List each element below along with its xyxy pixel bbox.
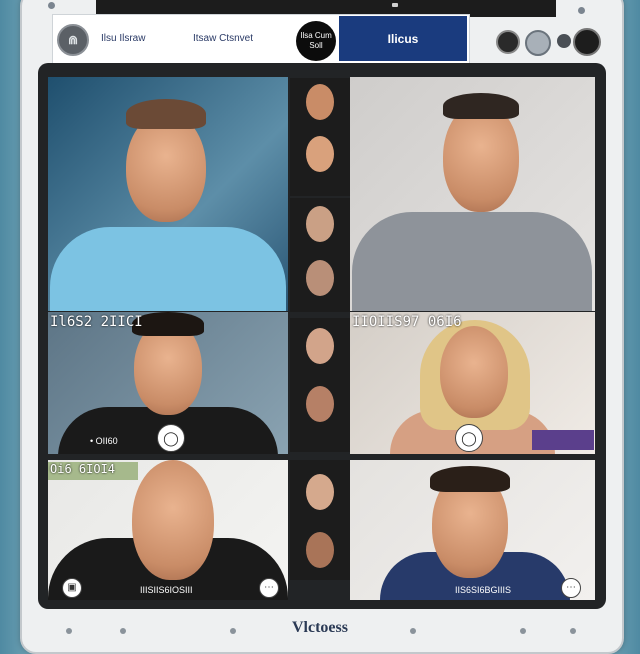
participant-caption: • OII60 <box>90 436 118 446</box>
participant-caption: IIS6SI6BGIIIS <box>455 585 512 595</box>
participant-shirt <box>352 212 592 311</box>
participant-hair <box>430 466 510 492</box>
app-icon[interactable]: ⋒ <box>57 24 89 56</box>
camera-dot <box>392 3 398 7</box>
status-badge <box>532 430 594 450</box>
video-tile[interactable] <box>350 77 595 311</box>
brand-title: Ilicus <box>339 16 467 61</box>
mic-icon[interactable] <box>525 30 551 56</box>
frame-screw <box>578 7 585 14</box>
reaction-button[interactable]: ◯ <box>157 424 185 452</box>
participant-name-label: Il6S2 2IICI <box>50 314 143 330</box>
participant-shirt <box>50 227 286 311</box>
video-tile[interactable] <box>48 460 288 600</box>
options-icon[interactable]: ⋯ <box>561 578 581 598</box>
participant-caption: IIISIIS6IOSIII <box>140 585 193 595</box>
camera-icon[interactable] <box>496 30 520 54</box>
video-tile[interactable] <box>350 460 595 600</box>
participant-thumbnail[interactable] <box>290 78 350 196</box>
participant-face <box>440 326 508 418</box>
options-icon[interactable]: ⋯ <box>259 578 279 598</box>
participant-name-label: Oi6 6IOI4 <box>50 462 116 476</box>
device-brand-label: Vlctoess <box>292 619 348 636</box>
header-label-1: Ilsu Ilsraw <box>101 33 146 44</box>
participant-thumbnail[interactable] <box>290 198 350 312</box>
participant-thumbnail[interactable] <box>290 318 350 452</box>
reaction-button[interactable]: ◯ <box>455 424 483 452</box>
participant-name-label: IIOIIS97 06I6 <box>352 314 462 330</box>
record-icon[interactable] <box>557 34 571 48</box>
frame-screw <box>48 2 55 9</box>
participant-thumbnail[interactable] <box>290 460 350 580</box>
participant-hair <box>126 99 206 129</box>
meeting-logo: Ilsa Cum Soll <box>296 21 336 61</box>
participant-hair <box>443 93 519 119</box>
header-label-2: Itsaw Ctsnvet <box>193 33 254 44</box>
lock-icon[interactable]: ▣ <box>62 578 82 598</box>
participant-face <box>132 460 214 580</box>
video-tile[interactable] <box>48 77 288 311</box>
settings-icon[interactable] <box>573 28 601 56</box>
